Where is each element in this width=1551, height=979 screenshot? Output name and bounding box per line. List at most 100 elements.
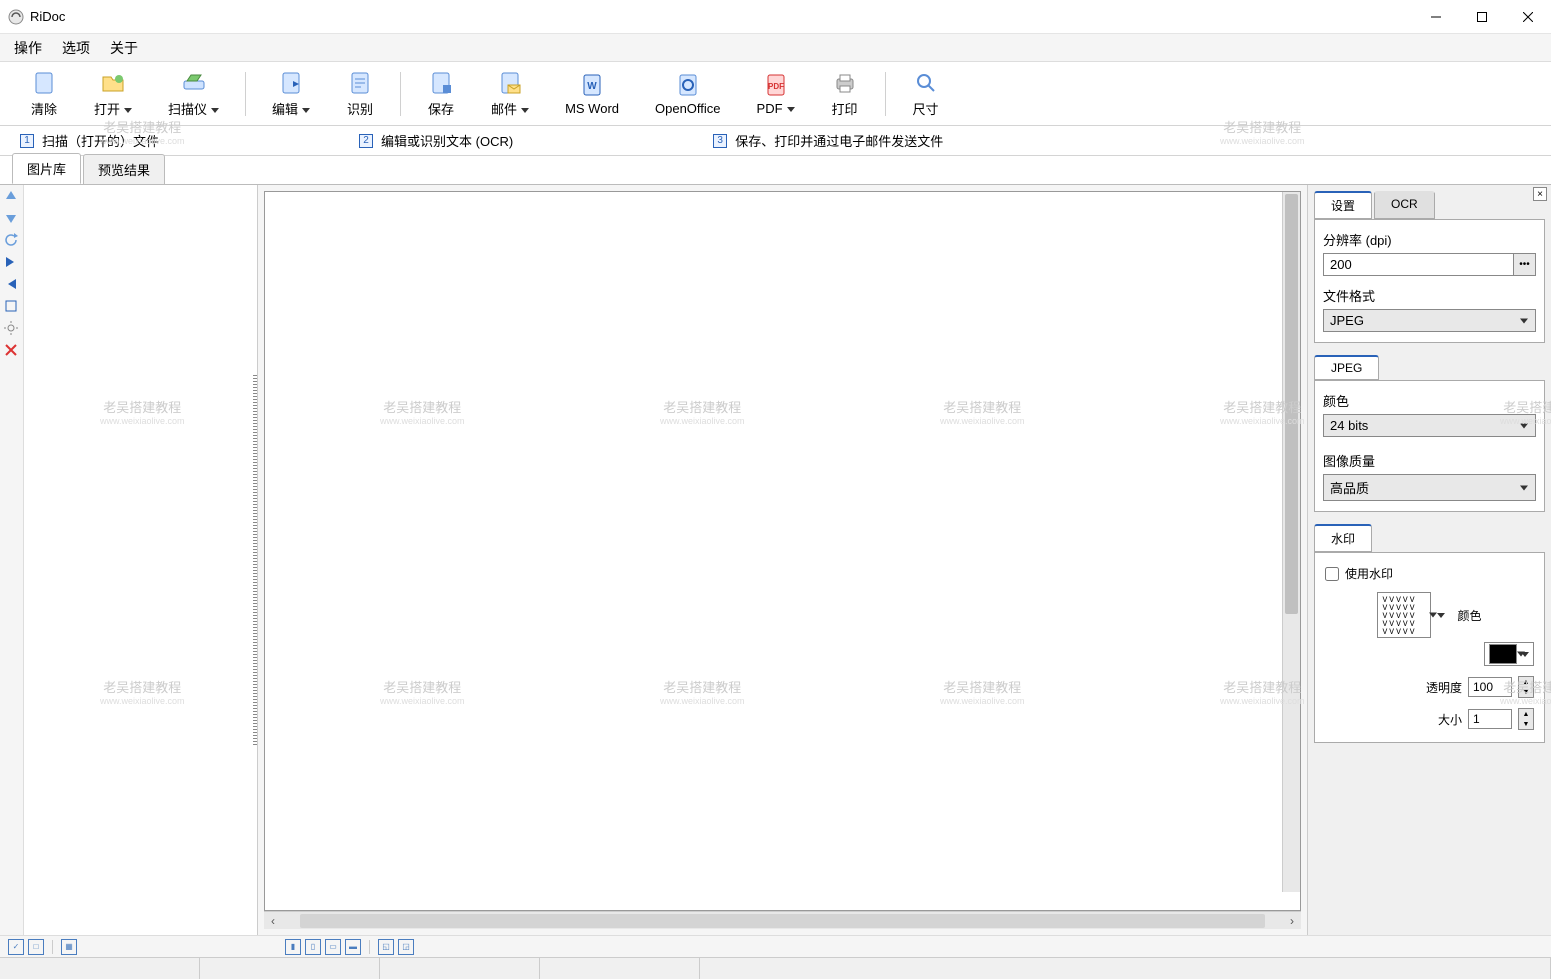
clear-icon bbox=[30, 69, 58, 97]
thumbnail-panel bbox=[24, 185, 258, 935]
maximize-button[interactable] bbox=[1459, 0, 1505, 34]
resolution-browse-button[interactable]: ••• bbox=[1514, 253, 1536, 276]
quality-select[interactable]: 高品质 bbox=[1323, 474, 1536, 501]
openoffice-button[interactable]: OpenOffice bbox=[637, 67, 739, 120]
tab-gallery[interactable]: 图片库 bbox=[12, 153, 81, 184]
mail-icon bbox=[496, 69, 524, 97]
rotate-icon[interactable] bbox=[4, 233, 20, 249]
toolbar-separator bbox=[245, 72, 246, 116]
canvas[interactable] bbox=[264, 191, 1301, 911]
fit-icon[interactable]: ◱ bbox=[378, 939, 394, 955]
tab-ocr[interactable]: OCR bbox=[1374, 191, 1435, 219]
grid-icon[interactable]: ▦ bbox=[61, 939, 77, 955]
save-icon bbox=[427, 69, 455, 97]
print-icon bbox=[831, 69, 859, 97]
uncheck-icon[interactable]: □ bbox=[28, 939, 44, 955]
wm-size-label: 大小 bbox=[1438, 711, 1462, 728]
menu-actions[interactable]: 操作 bbox=[4, 34, 52, 62]
msword-button[interactable]: W MS Word bbox=[547, 67, 637, 120]
recognize-icon bbox=[346, 69, 374, 97]
word-icon: W bbox=[578, 71, 606, 99]
scanner-button[interactable]: 扫描仪 bbox=[150, 65, 237, 122]
brightness-icon[interactable] bbox=[4, 321, 20, 337]
print-button[interactable]: 打印 bbox=[813, 65, 877, 122]
chevron-down-icon bbox=[787, 107, 795, 112]
save-button[interactable]: 保存 bbox=[409, 65, 473, 122]
format-select[interactable]: JPEG bbox=[1323, 309, 1536, 332]
format-label: 文件格式 bbox=[1323, 286, 1536, 305]
tab-watermark[interactable]: 水印 bbox=[1314, 524, 1372, 552]
chevron-down-icon bbox=[124, 108, 132, 113]
app-title: RiDoc bbox=[30, 9, 65, 24]
color-select[interactable]: 24 bits bbox=[1323, 414, 1536, 437]
scrollbar-vertical[interactable] bbox=[1282, 192, 1300, 892]
canvas-area: ‹› bbox=[258, 185, 1307, 935]
wm-size-spinner[interactable]: ▲▼ bbox=[1518, 708, 1534, 730]
step-1: 1扫描（打开的）文件 bbox=[20, 131, 159, 150]
menubar: 操作 选项 关于 bbox=[0, 34, 1551, 62]
color-label: 颜色 bbox=[1323, 391, 1536, 410]
workspace: ‹› × 设置 OCR 分辨率 (dpi) ••• 文件格式 JPEG JPEG… bbox=[0, 184, 1551, 935]
tab-jpeg[interactable]: JPEG bbox=[1314, 355, 1379, 380]
size-icon bbox=[912, 69, 940, 97]
svg-text:PDF: PDF bbox=[768, 82, 784, 91]
arrow-down-icon[interactable] bbox=[4, 211, 20, 227]
delete-icon[interactable] bbox=[4, 343, 20, 359]
recognize-button[interactable]: 识别 bbox=[328, 65, 392, 122]
statusbar bbox=[0, 957, 1551, 979]
resolution-label: 分辨率 (dpi) bbox=[1323, 230, 1536, 249]
opacity-spinner[interactable]: ▲▼ bbox=[1518, 676, 1534, 698]
edit-icon bbox=[277, 69, 305, 97]
chevron-down-icon bbox=[302, 108, 310, 113]
size-button[interactable]: 尺寸 bbox=[894, 65, 958, 122]
panel-close-button[interactable]: × bbox=[1533, 187, 1547, 201]
check-icon[interactable]: ✓ bbox=[8, 939, 24, 955]
chevron-down-icon[interactable] bbox=[1521, 652, 1529, 657]
layout4-icon[interactable]: ▬ bbox=[345, 939, 361, 955]
pdf-icon: PDF bbox=[762, 71, 790, 99]
layout1-icon[interactable]: ▮ bbox=[285, 939, 301, 955]
scrollbar-horizontal[interactable]: ‹› bbox=[264, 911, 1301, 929]
chevron-down-icon bbox=[521, 108, 529, 113]
edit-button[interactable]: 编辑 bbox=[254, 65, 328, 122]
clear-button[interactable]: 清除 bbox=[12, 65, 76, 122]
watermark-color-swatch[interactable] bbox=[1489, 644, 1517, 664]
svg-text:W: W bbox=[587, 81, 597, 92]
toolbar: 清除 打开 扫描仪 编辑 识别 保存 邮件 W MS Word O bbox=[0, 62, 1551, 126]
layout3-icon[interactable]: ▭ bbox=[325, 939, 341, 955]
wm-color-label: 颜色 bbox=[1457, 607, 1481, 624]
open-icon bbox=[99, 69, 127, 97]
app-icon bbox=[8, 9, 24, 25]
use-watermark-check[interactable]: 使用水印 bbox=[1325, 565, 1534, 582]
wm-size-input[interactable] bbox=[1468, 709, 1512, 729]
chevron-down-icon[interactable] bbox=[1437, 613, 1445, 618]
layout2-icon[interactable]: ▯ bbox=[305, 939, 321, 955]
chevron-down-icon bbox=[211, 108, 219, 113]
step-2: 2编辑或识别文本 (OCR) bbox=[359, 131, 513, 150]
tab-settings[interactable]: 设置 bbox=[1314, 191, 1372, 219]
menu-options[interactable]: 选项 bbox=[52, 34, 100, 62]
toolbar-separator bbox=[885, 72, 886, 116]
menu-about[interactable]: 关于 bbox=[100, 34, 148, 62]
rotate-right-icon[interactable] bbox=[4, 277, 20, 293]
main-tabs: 图片库 预览结果 bbox=[0, 156, 1551, 184]
right-panel: × 设置 OCR 分辨率 (dpi) ••• 文件格式 JPEG JPEG 颜色… bbox=[1307, 185, 1551, 935]
arrow-up-icon[interactable] bbox=[4, 189, 20, 205]
minimize-button[interactable] bbox=[1413, 0, 1459, 34]
step-3: 3保存、打印并通过电子邮件发送文件 bbox=[713, 131, 943, 150]
titlebar: RiDoc bbox=[0, 0, 1551, 34]
tab-preview[interactable]: 预览结果 bbox=[83, 154, 165, 184]
bottom-toolbar: ✓ □ ▦ ▮ ▯ ▭ ▬ ◱ ◲ bbox=[0, 935, 1551, 957]
mail-button[interactable]: 邮件 bbox=[473, 65, 547, 122]
crop-icon[interactable] bbox=[4, 299, 20, 315]
rotate-left-icon[interactable] bbox=[4, 255, 20, 271]
left-toolstrip bbox=[0, 185, 24, 935]
close-button[interactable] bbox=[1505, 0, 1551, 34]
pdf-button[interactable]: PDF PDF bbox=[739, 67, 813, 120]
opacity-input[interactable] bbox=[1468, 677, 1512, 697]
toolbar-separator bbox=[400, 72, 401, 116]
open-button[interactable]: 打开 bbox=[76, 65, 150, 122]
resolution-input[interactable] bbox=[1323, 253, 1514, 276]
watermark-pattern: VVVVVVVVVVVVVVVVVVVVVVVVV bbox=[1377, 592, 1431, 638]
zoom-icon[interactable]: ◲ bbox=[398, 939, 414, 955]
